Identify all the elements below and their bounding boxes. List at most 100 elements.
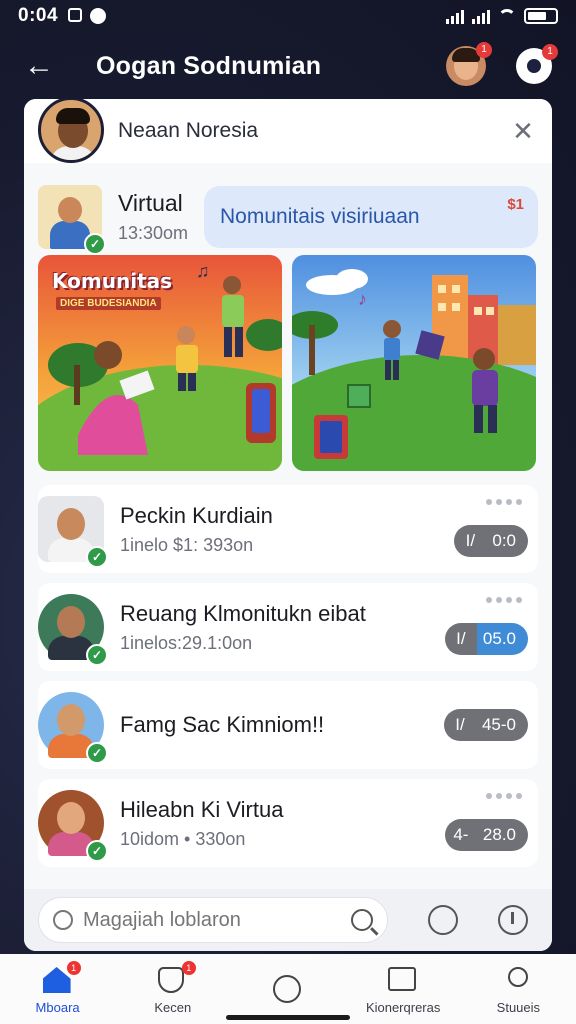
community-image-1[interactable]: ♫ Komunitas DIGE BUDESIANDIA [38, 255, 282, 471]
more-dots-icon[interactable] [486, 499, 522, 505]
header-actions: 1 1 [446, 42, 558, 86]
avatar-hair [56, 108, 90, 124]
compose-icon [53, 910, 73, 930]
status-pill[interactable]: І/ 05.0 [444, 623, 528, 655]
nav-item-likes[interactable]: 1 Kecen [118, 961, 228, 1015]
list-avatar: ✓ [38, 496, 108, 568]
search-bar [24, 889, 552, 951]
virtual-text: Virtual 13:30om [118, 190, 188, 244]
wifi-icon [498, 9, 516, 23]
verified-check-icon: ✓ [86, 546, 108, 568]
virtual-time: 13:30om [118, 223, 189, 243]
home-icon: 1 [42, 961, 81, 995]
avatar-face [58, 197, 82, 223]
list-item[interactable]: ✓ Peckin Kurdiain 1inelo $1: 393on І/ 0:… [38, 485, 538, 573]
community-bubble-badge: $1 [507, 196, 524, 213]
pill-icon: І/ [443, 709, 476, 741]
community-bubble[interactable]: Nomunitais visiriuaan $1 [204, 186, 538, 248]
profile-name: Neaan Noresia [118, 119, 259, 142]
image-1-title: Komunitas [52, 269, 173, 293]
location-pin-icon[interactable] [428, 905, 458, 935]
image-1-subtitle: DIGE BUDESIANDIA [56, 297, 161, 310]
status-right-icons [446, 8, 558, 24]
pill-value: 0:0 [486, 525, 528, 557]
likes-badge: 1 [181, 961, 196, 975]
notification-square-icon [68, 8, 83, 22]
signal-icon [446, 8, 464, 24]
status-pill[interactable]: І/ 0:0 [454, 525, 528, 557]
app-menu-icon[interactable]: 1 [516, 44, 558, 84]
community-image-2[interactable]: ♪ [292, 255, 536, 471]
back-arrow-icon[interactable]: ← [24, 49, 64, 83]
status-pill[interactable]: І/ 45-0 [443, 709, 528, 741]
close-icon[interactable]: ✕ [508, 116, 538, 147]
compass-icon [272, 974, 303, 1003]
list-avatar: ✓ [38, 790, 108, 862]
avatar-badge: 1 [476, 42, 492, 58]
list-item[interactable]: ✓ Famg Sac Kimniom!! І/ 45-0 [38, 681, 538, 769]
nav-item-profile[interactable]: Stuueis [463, 967, 573, 1015]
virtual-avatar[interactable]: ✓ [38, 185, 106, 255]
avatar-face [57, 704, 85, 736]
status-time: 0:04 [18, 5, 59, 26]
main-card: Neaan Noresia ✕ ✓ Virtual 13:30om Nomuni… [24, 99, 552, 951]
virtual-title: Virtual [118, 190, 183, 216]
pill-value: 05.0 [476, 623, 528, 655]
verified-check-icon: ✓ [86, 742, 108, 764]
nav-label: Kecen [154, 1000, 192, 1015]
verified-check-icon: ✓ [86, 840, 108, 862]
community-illustration-2: ♪ [292, 255, 536, 471]
avatar-face [57, 802, 85, 834]
page-title: Oogan Sodnumian [96, 51, 322, 80]
pill-icon: І/ [454, 525, 487, 557]
virtual-row: ✓ Virtual 13:30om Nomunitais visiriuaan … [24, 163, 552, 255]
status-pill[interactable]: 4- 28.0 [444, 819, 528, 851]
pill-icon: 4- [444, 819, 477, 851]
signal-icon-2 [472, 8, 490, 24]
profile-row: Neaan Noresia ✕ [24, 99, 552, 163]
home-indicator [226, 1015, 350, 1020]
search-icon[interactable] [351, 909, 373, 931]
status-bar: 0:04 [0, 0, 576, 32]
pill-icon: І/ [444, 623, 477, 655]
nav-item-inbox[interactable]: Kionerqreras [348, 967, 458, 1015]
image-row: ♫ Komunitas DIGE BUDESIANDIA ♪ [24, 255, 552, 471]
avatar-face [57, 606, 85, 638]
app-status-icon [90, 8, 107, 24]
more-dots-icon[interactable] [486, 793, 522, 799]
list-avatar: ✓ [38, 594, 108, 666]
pill-value: 45-0 [475, 709, 528, 741]
avatar-face [57, 508, 85, 540]
verified-check-icon: ✓ [84, 233, 106, 255]
list-item[interactable]: ✓ Reuang Klmonitukn eibat 1inelos:29.1:0… [38, 583, 538, 671]
avatar-body [49, 146, 97, 160]
search-input[interactable] [83, 908, 351, 932]
heart-icon: 1 [157, 961, 196, 995]
list-avatar: ✓ [38, 692, 108, 764]
profile-avatar[interactable] [38, 99, 104, 163]
home-badge: 1 [66, 961, 81, 975]
nav-label: Kionerqreras [365, 1000, 441, 1015]
nav-item-home[interactable]: 1 Mboara [3, 961, 113, 1015]
nav-item-explore[interactable] [233, 974, 343, 1008]
nav-label: Stuueis [496, 1000, 541, 1015]
battery-icon [524, 8, 558, 24]
chat-list: ✓ Peckin Kurdiain 1inelo $1: 393on І/ 0:… [24, 485, 552, 867]
community-bubble-text: Nomunitais visiriuaan [220, 205, 420, 228]
search-field[interactable] [38, 897, 388, 943]
nav-label: Mboara [35, 1000, 80, 1015]
app-header: ← Oogan Sodnumian 1 1 [0, 36, 576, 96]
header-avatar[interactable]: 1 [446, 42, 492, 86]
more-dots-icon[interactable] [486, 597, 522, 603]
svg-text:♫: ♫ [196, 261, 210, 281]
inbox-icon [388, 967, 418, 995]
verified-check-icon: ✓ [86, 644, 108, 666]
app-menu-badge: 1 [542, 44, 558, 60]
pill-value: 28.0 [476, 819, 528, 851]
svg-text:♪: ♪ [358, 289, 367, 309]
info-icon[interactable] [498, 905, 528, 935]
profile-icon [503, 967, 533, 995]
status-left-icons [68, 8, 107, 24]
bottom-nav: 1 Mboara 1 Kecen Kionerqreras Stuueis [0, 954, 576, 1024]
list-item[interactable]: ✓ Hileabn Ki Virtua 10idom • 330on 4- 28… [38, 779, 538, 867]
